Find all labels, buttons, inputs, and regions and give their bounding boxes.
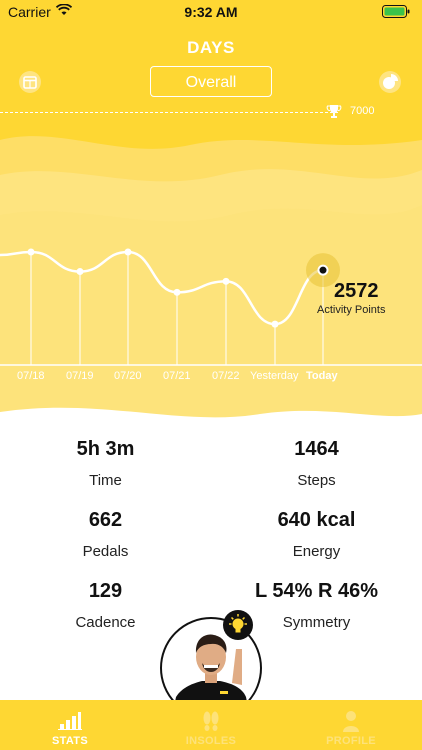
tab-stats[interactable]: STATS	[0, 700, 140, 750]
tab-label: STATS	[52, 735, 88, 747]
data-point[interactable]	[222, 277, 230, 285]
stat-steps: 1464 Steps	[211, 438, 422, 489]
person-icon	[339, 710, 363, 737]
wave-divider	[0, 407, 422, 430]
tab-label: PROFILE	[326, 735, 376, 747]
tab-profile[interactable]: PROFILE	[281, 700, 421, 750]
footprints-icon	[199, 710, 223, 737]
selected-data-point[interactable]	[317, 264, 329, 276]
activity-series-line	[0, 250, 324, 326]
bar-chart-icon	[58, 710, 82, 735]
data-point[interactable]	[173, 288, 181, 296]
date-label[interactable]: 07/19	[66, 370, 94, 382]
date-label[interactable]: Today	[306, 370, 338, 382]
stat-value: 5h 3m	[76, 438, 135, 460]
date-label[interactable]: 07/18	[17, 370, 45, 382]
stat-label: Energy	[292, 543, 341, 560]
data-point[interactable]	[271, 320, 279, 328]
stat-value: L 54% R 46%	[254, 580, 379, 602]
stat-value: 129	[88, 580, 123, 602]
stat-value: 1464	[294, 438, 339, 460]
stat-energy: 640 kcal Energy	[211, 509, 422, 560]
date-label[interactable]: 07/22	[212, 370, 240, 382]
stat-pedals: 662 Pedals	[0, 509, 211, 560]
tab-bar: STATS INSOLES PROFILE	[0, 700, 422, 750]
stat-label: Time	[89, 472, 122, 489]
date-label[interactable]: 07/20	[114, 370, 142, 382]
activity-line-chart	[0, 248, 422, 366]
stat-label: Steps	[297, 472, 336, 489]
stat-value: 640 kcal	[277, 509, 356, 531]
lightbulb-icon[interactable]	[223, 610, 253, 640]
activity-points-label: Activity Points	[317, 304, 386, 316]
tab-label: INSOLES	[185, 735, 237, 747]
stat-label: Pedals	[82, 543, 129, 560]
activity-header-panel: Carrier 9:32 AM DAYS Overall 7000 2572 A…	[0, 0, 422, 430]
data-point[interactable]	[76, 268, 84, 276]
data-point[interactable]	[27, 248, 35, 256]
tab-insoles[interactable]: INSOLES	[141, 700, 281, 750]
activity-points-value: 2572	[334, 280, 379, 302]
date-label[interactable]: 07/21	[163, 370, 191, 382]
stat-time: 5h 3m Time	[0, 438, 211, 489]
stat-value: 662	[88, 509, 123, 531]
stat-cadence: 129 Cadence	[0, 580, 211, 631]
date-label[interactable]: Yesterday	[250, 370, 299, 382]
data-point[interactable]	[124, 248, 132, 256]
